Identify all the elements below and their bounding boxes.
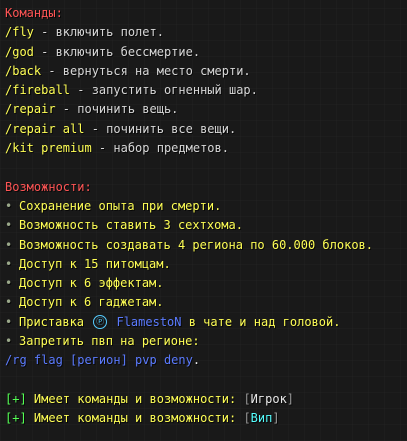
bullet-icon: • xyxy=(5,276,13,291)
pvp-command-row: /rg flag [регион] pvp deny. xyxy=(5,351,407,370)
feature-row: • Доступ к 6 гаджетам. xyxy=(5,293,407,312)
feature-text: Возможность создавать 4 региона по 60.00… xyxy=(19,237,374,252)
feature-text: Приставка xyxy=(19,314,92,329)
command-name: /god xyxy=(5,44,34,59)
premium-badge-icon: Ⓟ xyxy=(93,315,108,330)
command-name: /kit premium xyxy=(5,141,92,156)
bracket-open: [ xyxy=(243,391,251,406)
rank-name: Вип xyxy=(250,411,273,426)
feature-row-prefix: • Приставка Ⓟ FlamestoN в чате и над голо… xyxy=(5,313,407,332)
inherits-row: [+] Имеет команды и возможности: [Игрок] xyxy=(5,390,407,409)
command-desc: - запустить огненный шар. xyxy=(70,83,258,98)
plus-marker: [+] xyxy=(5,391,27,406)
command-row: /back - вернуться на место смерти. xyxy=(5,62,407,81)
command-desc: - вернуться на место смерти. xyxy=(41,63,251,78)
feature-row: • Сохранение опыта при смерти. xyxy=(5,197,407,216)
bullet-icon: • xyxy=(5,218,13,233)
command-desc: - починить все вещи. xyxy=(84,121,237,136)
command-desc: - включить полет. xyxy=(33,25,164,40)
pvp-period: . xyxy=(192,353,201,368)
command-row: /god - включить бессмертие. xyxy=(5,43,407,62)
rank-name: Игрок xyxy=(250,391,287,406)
feature-text: Сохранение опыта при смерти. xyxy=(19,198,222,213)
bullet-icon: • xyxy=(5,256,13,271)
feature-text: Доступ к 6 гаджетам. xyxy=(19,295,164,310)
inherits-text: Имеет команды и возможности: xyxy=(26,391,244,406)
prefix-name: FlamestoN xyxy=(109,314,182,329)
feature-text: Доступ к 15 питомцам. xyxy=(19,256,171,271)
command-desc: - включить бессмертие. xyxy=(33,44,201,59)
bullet-icon: • xyxy=(5,295,13,310)
bracket-open: [ xyxy=(243,411,251,426)
plus-marker: [+] xyxy=(5,411,27,426)
bullet-icon: • xyxy=(5,334,13,349)
feature-text: в чате и над головой. xyxy=(181,314,341,329)
command-row: /repair all - починить все вещи. xyxy=(5,120,407,139)
command-desc: - набор предметов. xyxy=(91,141,229,156)
command-name: /fireball xyxy=(5,83,71,98)
feature-row: • Возможность ставить 3 сехтхома. xyxy=(5,216,407,235)
pvp-command: /rg flag [регион] pvp deny xyxy=(5,353,193,368)
tooltip-panel: Команды: /fly - включить полет. /god - в… xyxy=(0,0,407,441)
feature-text: Доступ к 6 эффектам. xyxy=(19,276,164,291)
inherits-text: Имеет команды и возможности: xyxy=(26,411,244,426)
command-row: /repair - починить вещь. xyxy=(5,100,407,119)
bullet-icon: • xyxy=(5,237,13,252)
command-row: /fireball - запустить огненный шар. xyxy=(5,81,407,100)
features-heading: Возможности: xyxy=(5,179,92,194)
feature-text: Запретить пвп на регионе: xyxy=(19,334,200,349)
bracket-close: ] xyxy=(272,411,280,426)
feature-row: • Доступ к 6 эффектам. xyxy=(5,274,407,293)
bracket-close: ] xyxy=(286,391,295,406)
command-name: /fly xyxy=(5,25,34,40)
command-desc: - починить вещь. xyxy=(55,102,179,117)
commands-heading: Команды: xyxy=(5,6,63,20)
inherits-row: [+] Имеет команды и возможности: [Вип] xyxy=(5,409,407,428)
bullet-icon: • xyxy=(5,198,13,213)
command-name: /repair xyxy=(5,102,56,117)
command-name: /back xyxy=(5,63,42,78)
bullet-icon: • xyxy=(5,314,13,329)
command-name: /repair all xyxy=(5,121,85,136)
command-row: /kit premium - набор предметов. xyxy=(5,139,407,158)
feature-text: Возможность ставить 3 сехтхома. xyxy=(19,218,243,233)
feature-row: • Запретить пвп на регионе: xyxy=(5,332,407,351)
feature-row: • Доступ к 15 питомцам. xyxy=(5,255,407,274)
command-row: /fly - включить полет. xyxy=(5,23,407,42)
feature-row: • Возможность создавать 4 региона по 60.0… xyxy=(5,236,407,255)
